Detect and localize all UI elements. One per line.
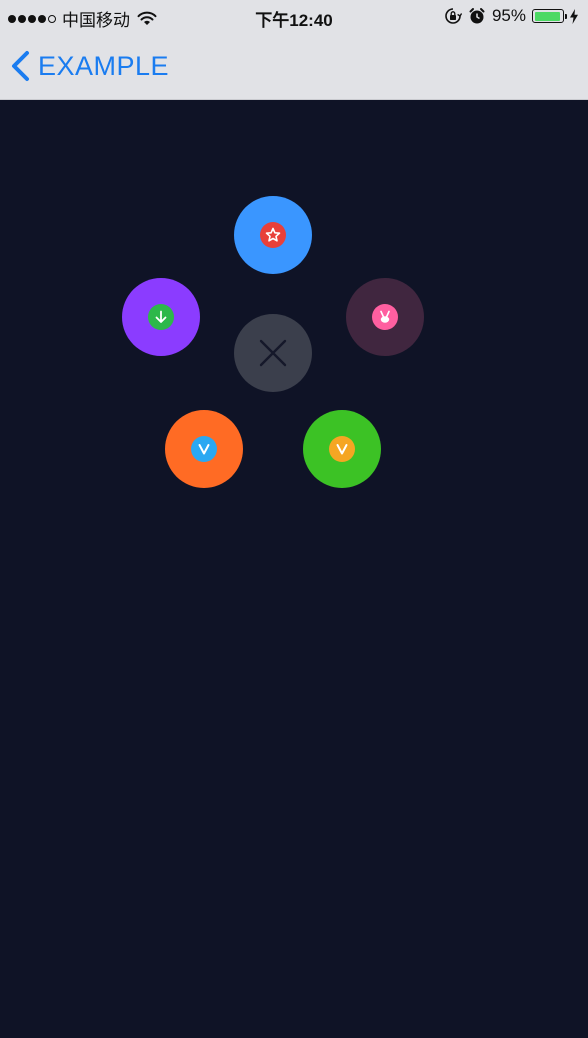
alarm-icon: [469, 8, 485, 24]
v-badge-gold: [329, 436, 355, 462]
status-bar: 中国移动 下午12:40 95%: [0, 0, 588, 32]
menu-button-v-blue[interactable]: [165, 410, 243, 488]
chevron-left-icon: [12, 51, 29, 81]
menu-button-download[interactable]: [122, 278, 200, 356]
charging-bolt-icon: [570, 8, 578, 24]
navigation-bar: EXAMPLE: [0, 32, 588, 100]
status-right: 95%: [444, 6, 578, 26]
battery-percentage: 95%: [491, 6, 526, 25]
battery-level: [534, 11, 561, 21]
v-badge-blue: [191, 436, 217, 462]
menu-toggle-close-button[interactable]: [234, 314, 312, 392]
download-arrow-icon: [155, 310, 167, 323]
star-icon: [265, 227, 281, 242]
content-area: [0, 100, 588, 1038]
close-icon: [259, 339, 287, 367]
rabbit-badge: [372, 304, 398, 330]
v-icon: [336, 444, 348, 455]
v-icon: [198, 444, 210, 455]
download-badge: [148, 304, 174, 330]
back-button-label: EXAMPLE: [38, 50, 170, 81]
menu-button-star[interactable]: [234, 196, 312, 274]
rabbit-icon: [380, 310, 390, 323]
menu-button-rabbit[interactable]: [346, 278, 424, 356]
back-button[interactable]: EXAMPLE: [10, 50, 169, 82]
menu-button-v-gold[interactable]: [303, 410, 381, 488]
orientation-lock-icon: [445, 8, 462, 24]
battery-icon: [532, 9, 567, 23]
star-badge: [260, 222, 286, 248]
